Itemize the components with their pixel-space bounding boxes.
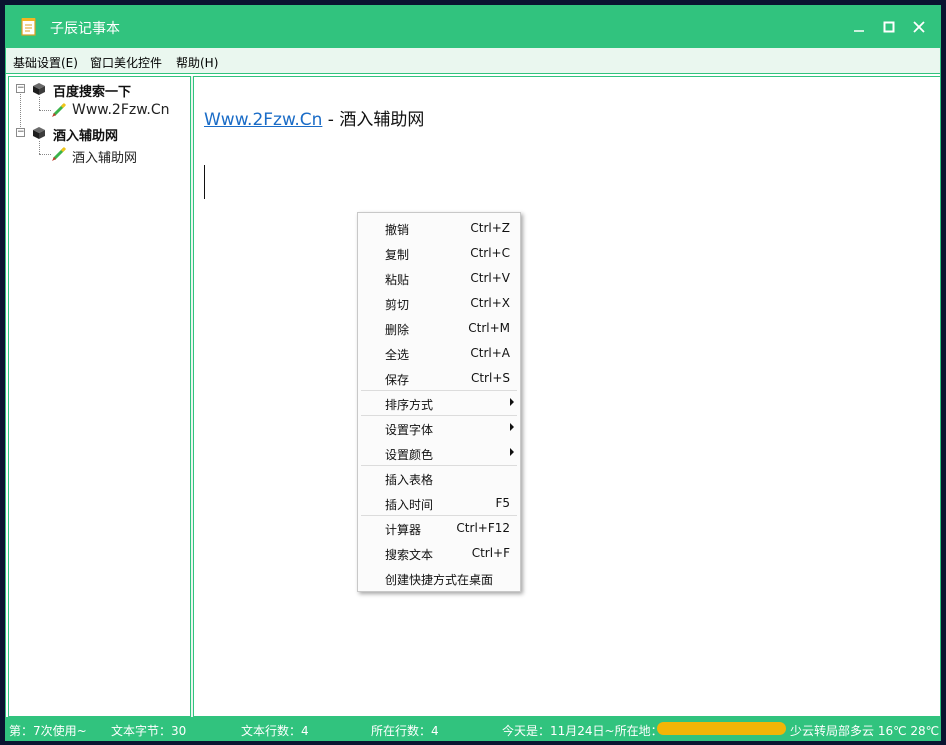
ctx-calculator[interactable]: 计算器 Ctrl+F12 — [360, 515, 518, 540]
ctx-create-shortcut[interactable]: 创建快捷方式在桌面 — [360, 565, 518, 590]
tree-leaf-label[interactable]: Www.2Fzw.Cn — [72, 102, 169, 118]
ctx-search-text[interactable]: 搜索文本 Ctrl+F — [360, 540, 518, 565]
window-title: 子辰记事本 — [50, 21, 120, 37]
menu-window-beautify[interactable]: 窗口美化控件 — [90, 54, 162, 71]
ctx-font-submenu[interactable]: 设置字体 — [360, 415, 518, 440]
ctx-insert-table[interactable]: 插入表格 — [360, 465, 518, 490]
ctx-shortcut: Ctrl+C — [470, 246, 510, 260]
document-first-line: Www.2Fzw.Cn - 酒入辅助网 — [204, 105, 424, 130]
ctx-label: 粘贴 — [385, 273, 410, 287]
menu-help[interactable]: 帮助(H) — [176, 54, 218, 71]
ctx-undo[interactable]: 撤销 Ctrl+Z — [360, 215, 518, 240]
minimize-button[interactable] — [846, 14, 872, 40]
ctx-color-submenu[interactable]: 设置颜色 — [360, 440, 518, 465]
status-bar: 第：7次使用~ 文本字节：30 文本行数：4 所在行数：4 今天是：11月24日… — [6, 717, 940, 740]
ctx-insert-time[interactable]: 插入时间 F5 — [360, 490, 518, 515]
menu-basic-settings[interactable]: 基础设置(E) — [13, 54, 78, 71]
ctx-cut[interactable]: 剪切 Ctrl+X — [360, 290, 518, 315]
status-line-count: 文本行数：4 — [241, 724, 309, 738]
tree-expander[interactable]: − — [16, 128, 25, 137]
status-date-location: 今天是：11月24日~所在地： — [502, 724, 663, 738]
ctx-delete[interactable]: 删除 Ctrl+M — [360, 315, 518, 340]
close-icon — [913, 21, 925, 33]
ctx-label: 撤销 — [385, 223, 410, 237]
ctx-shortcut: F5 — [495, 496, 510, 510]
pen-icon — [52, 146, 67, 161]
ctx-shortcut: Ctrl+F12 — [456, 521, 510, 535]
ctx-label: 插入时间 — [385, 498, 434, 512]
document-link[interactable]: Www.2Fzw.Cn — [204, 110, 322, 130]
tree-view[interactable]: − 百度搜索一下 Www.2Fzw.Cn − 酒入辅助网 酒入辅助网 — [8, 76, 191, 717]
ctx-label: 计算器 — [385, 523, 422, 537]
document-separator: - — [322, 110, 340, 130]
ctx-shortcut: Ctrl+X — [470, 296, 510, 310]
maximize-button[interactable] — [876, 14, 902, 40]
title-bar[interactable]: 子辰记事本 — [6, 6, 940, 48]
maximize-icon — [883, 21, 895, 33]
submenu-arrow-icon — [510, 398, 514, 406]
tree-node-label[interactable]: 酒入辅助网 — [53, 125, 118, 144]
tree-connector — [39, 141, 40, 154]
tree-node-label[interactable]: 百度搜索一下 — [53, 81, 131, 100]
ctx-select-all[interactable]: 全选 Ctrl+A — [360, 340, 518, 365]
ctx-shortcut: Ctrl+V — [470, 271, 510, 285]
close-button[interactable] — [906, 14, 932, 40]
ctx-shortcut: Ctrl+M — [468, 321, 510, 335]
tree-connector — [39, 97, 40, 110]
status-weather: 少云转局部多云 16℃ 28℃ — [790, 724, 940, 738]
ctx-paste[interactable]: 粘贴 Ctrl+V — [360, 265, 518, 290]
ctx-label: 搜索文本 — [385, 548, 434, 562]
ctx-label: 全选 — [385, 348, 410, 362]
menu-bar: 基础设置(E) 窗口美化控件 帮助(H) — [6, 48, 940, 74]
ctx-shortcut: Ctrl+S — [470, 371, 510, 385]
ctx-shortcut: Ctrl+Z — [470, 221, 510, 235]
ctx-label: 创建快捷方式在桌面 — [385, 573, 494, 587]
ctx-shortcut: Ctrl+A — [470, 346, 510, 360]
ctx-shortcut: Ctrl+F — [471, 546, 510, 560]
folder-cube-icon — [33, 127, 45, 139]
status-current-line: 所在行数：4 — [371, 724, 439, 738]
text-caret — [204, 165, 205, 199]
text-editor[interactable]: Www.2Fzw.Cn - 酒入辅助网 — [193, 76, 940, 717]
location-badge — [657, 722, 786, 735]
ctx-label: 插入表格 — [385, 473, 434, 487]
minimize-icon — [854, 30, 864, 32]
submenu-arrow-icon — [510, 448, 514, 456]
ctx-label: 复制 — [385, 248, 410, 262]
tree-connector — [39, 154, 51, 155]
tree-leaf-label[interactable]: 酒入辅助网 — [72, 147, 137, 166]
tree-connector — [39, 110, 51, 111]
ctx-copy[interactable]: 复制 Ctrl+C — [360, 240, 518, 265]
tree-expander[interactable]: − — [16, 84, 25, 93]
ctx-label: 排序方式 — [385, 398, 434, 412]
notepad-app-icon — [21, 18, 36, 36]
ctx-label: 删除 — [385, 323, 410, 337]
context-menu: 撤销 Ctrl+Z 复制 Ctrl+C 粘贴 Ctrl+V 剪切 Ctrl+X … — [357, 212, 521, 592]
ctx-label: 设置字体 — [385, 423, 434, 437]
status-usage-count: 第：7次使用~ — [9, 724, 87, 738]
ctx-label: 剪切 — [385, 298, 410, 312]
document-text: 酒入辅助网 — [339, 110, 425, 130]
folder-cube-icon — [33, 83, 45, 95]
ctx-label: 保存 — [385, 373, 410, 387]
ctx-save[interactable]: 保存 Ctrl+S — [360, 365, 518, 390]
pen-icon — [52, 102, 67, 117]
ctx-label: 设置颜色 — [385, 448, 434, 462]
status-byte-count: 文本字节：30 — [111, 724, 187, 738]
submenu-arrow-icon — [510, 423, 514, 431]
ctx-sort-submenu[interactable]: 排序方式 — [360, 390, 518, 415]
